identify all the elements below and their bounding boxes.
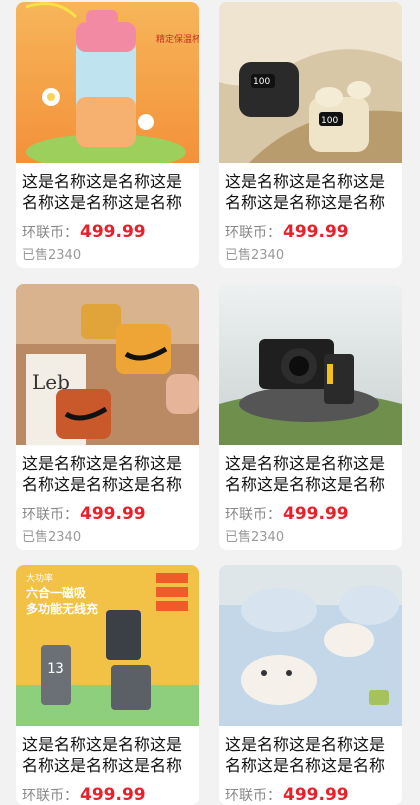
price-row: 环联币： 499.99 xyxy=(22,784,193,805)
image-text-2: 六合一磁吸 xyxy=(26,585,87,600)
image-text-3: 多功能无线充 xyxy=(26,601,98,616)
sold-count: 已售2340 xyxy=(225,248,285,263)
product-title: 这是名称这是名称这是名称这是名称这是名称 xyxy=(22,454,183,494)
image-text-display2: 100 xyxy=(321,116,338,126)
product-image-insulated-cup[interactable]: 精定保温杯 xyxy=(16,2,199,163)
price-row: 环联币： 499.99 xyxy=(225,221,396,243)
sold-count: 已售2340 xyxy=(225,530,285,545)
product-image-bedding[interactable] xyxy=(219,565,402,726)
product-image-camera[interactable] xyxy=(219,284,402,445)
product-card[interactable]: 这是名称这是名称这是名称这是名称这是名称 环联币： 499.99 已售2340 xyxy=(219,284,402,550)
image-text-4: 13 xyxy=(47,661,64,677)
product-image-earbuds[interactable]: 100 100 xyxy=(219,2,402,163)
price-value: 499.99 xyxy=(80,504,146,524)
price-value: 499.99 xyxy=(80,785,146,805)
price-row: 环联币： 499.99 xyxy=(22,221,193,243)
product-card[interactable]: 精定保温杯 这是名称这是名称这是名称这是名称这是名称 环联币： 499.99 已售… xyxy=(16,2,199,268)
price-value: 499.99 xyxy=(283,785,349,805)
price-label: 环联币： xyxy=(22,225,78,241)
price-label: 环联币： xyxy=(225,788,281,804)
product-title: 这是名称这是名称这是名称这是名称这是名称 xyxy=(22,735,183,775)
price-row: 环联币： 499.99 xyxy=(225,503,396,525)
sold-count: 已售2340 xyxy=(22,248,82,263)
price-label: 环联币： xyxy=(225,225,281,241)
price-value: 499.99 xyxy=(283,504,349,524)
product-title: 这是名称这是名称这是名称这是名称这是名称 xyxy=(225,454,386,494)
product-title: 这是名称这是名称这是名称这是名称这是名称 xyxy=(225,735,386,775)
image-text-display: 100 xyxy=(253,77,270,87)
product-title: 这是名称这是名称这是名称这是名称这是名称 xyxy=(225,172,386,212)
price-value: 499.99 xyxy=(80,222,146,242)
price-label: 环联币： xyxy=(225,507,281,523)
price-row: 环联币： 499.99 xyxy=(225,784,396,805)
product-card[interactable]: 大功率 六合一磁吸 多功能无线充 13 这是名称这是名称这是名称这是名称这是名称… xyxy=(16,565,199,805)
product-card[interactable]: 这是名称这是名称这是名称这是名称这是名称 环联币： 499.99 xyxy=(219,565,402,805)
product-card[interactable]: 100 100 这是名称这是名称这是名称这是名称这是名称 环联币： 499.99 … xyxy=(219,2,402,268)
product-image-wireless-charger[interactable]: 大功率 六合一磁吸 多功能无线充 13 xyxy=(16,565,199,726)
product-title: 这是名称这是名称这是名称这是名称这是名称 xyxy=(22,172,183,212)
sold-count: 已售2340 xyxy=(22,530,82,545)
price-label: 环联币： xyxy=(22,507,78,523)
product-image-mugs[interactable]: Leb xyxy=(16,284,199,445)
price-label: 环联币： xyxy=(22,788,78,804)
price-value: 499.99 xyxy=(283,222,349,242)
product-card[interactable]: Leb 这是名称这是名称这是名称这是名称这是名称 环联币： 499.99 已售23… xyxy=(16,284,199,550)
image-text-1: 大功率 xyxy=(26,572,53,584)
image-text-cup: 精定保温杯 xyxy=(156,33,199,45)
price-row: 环联币： 499.99 xyxy=(22,503,193,525)
